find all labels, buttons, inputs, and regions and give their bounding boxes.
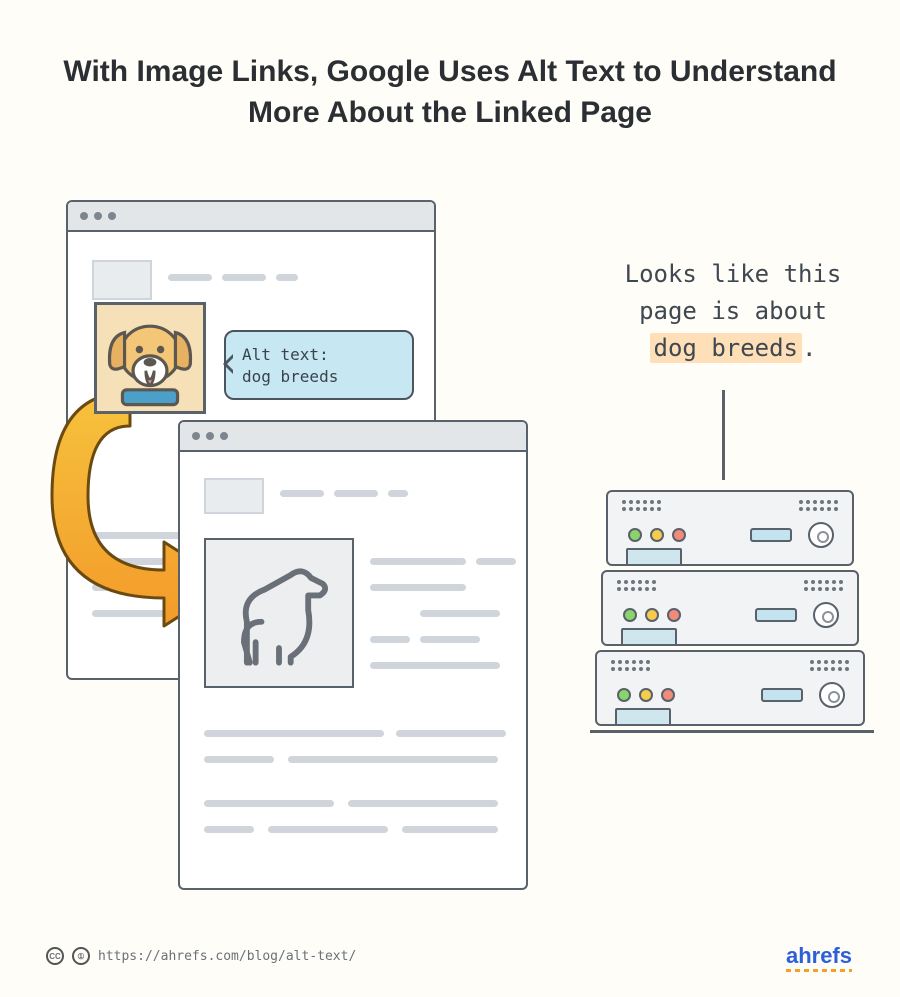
text-line	[204, 730, 384, 737]
led-icon	[639, 688, 653, 702]
server-unit	[601, 570, 859, 646]
server-caption: Looks like this page is about dog breeds…	[598, 256, 868, 368]
server-unit	[595, 650, 865, 726]
server-stack-icon	[590, 490, 870, 733]
text-line	[222, 274, 266, 281]
footer: CC ① https://ahrefs.com/blog/alt-text/	[46, 947, 356, 965]
by-icon: ①	[72, 947, 90, 965]
dog-outline-icon	[204, 538, 354, 688]
text-line	[276, 274, 298, 281]
dog-face-icon	[94, 302, 206, 414]
alt-text-label: Alt text:	[242, 345, 329, 364]
led-icon	[645, 608, 659, 622]
alt-text-value: dog breeds	[242, 367, 338, 386]
base-line	[590, 730, 874, 733]
placeholder-image	[92, 260, 152, 300]
knob-icon	[813, 602, 839, 628]
footer-url: https://ahrefs.com/blog/alt-text/	[98, 949, 356, 964]
cc-icon: CC	[46, 947, 64, 965]
text-line	[420, 610, 500, 617]
browser-window-target	[178, 420, 528, 890]
text-line	[476, 558, 516, 565]
knob-icon	[808, 522, 834, 548]
text-line	[204, 800, 334, 807]
text-line	[370, 584, 466, 591]
text-line	[268, 826, 388, 833]
text-line	[168, 274, 212, 281]
text-line	[402, 826, 498, 833]
alt-text-bubble: Alt text: dog breeds	[224, 330, 414, 400]
led-icon	[623, 608, 637, 622]
text-line	[204, 756, 274, 763]
window-dot	[80, 212, 88, 220]
text-line	[370, 662, 500, 669]
text-line	[370, 558, 466, 565]
server-foot	[626, 548, 682, 566]
text-line	[388, 490, 408, 497]
brand-logo: ahrefs	[786, 943, 852, 969]
led-icon	[661, 688, 675, 702]
led-icon	[672, 528, 686, 542]
text-line	[396, 730, 506, 737]
brand-underline	[786, 969, 852, 972]
window-titlebar	[68, 202, 434, 232]
server-foot	[621, 628, 677, 646]
led-icon	[650, 528, 664, 542]
window-dot	[220, 432, 228, 440]
caption-line: page is about	[639, 297, 827, 325]
text-line	[280, 490, 324, 497]
page-title: With Image Links, Google Uses Alt Text t…	[50, 52, 850, 133]
text-line	[288, 756, 498, 763]
server-foot	[615, 708, 671, 726]
text-line	[420, 636, 480, 643]
knob-icon	[819, 682, 845, 708]
text-line	[370, 636, 410, 643]
led-icon	[667, 608, 681, 622]
window-dot	[108, 212, 116, 220]
brand-text: ahrefs	[786, 943, 852, 968]
led-icon	[628, 528, 642, 542]
connector-line	[722, 390, 725, 480]
text-line	[204, 826, 254, 833]
server-unit	[606, 490, 854, 566]
led-icon	[617, 688, 631, 702]
window-dot	[206, 432, 214, 440]
window-dot	[94, 212, 102, 220]
window-dot	[192, 432, 200, 440]
text-line	[334, 490, 378, 497]
caption-highlight: dog breeds	[650, 333, 803, 363]
caption-tail: .	[802, 334, 816, 362]
slot-icon	[755, 608, 797, 622]
caption-line: Looks like this	[625, 260, 842, 288]
slot-icon	[750, 528, 792, 542]
slot-icon	[761, 688, 803, 702]
window-titlebar	[180, 422, 526, 452]
placeholder-image	[204, 478, 264, 514]
text-line	[348, 800, 498, 807]
